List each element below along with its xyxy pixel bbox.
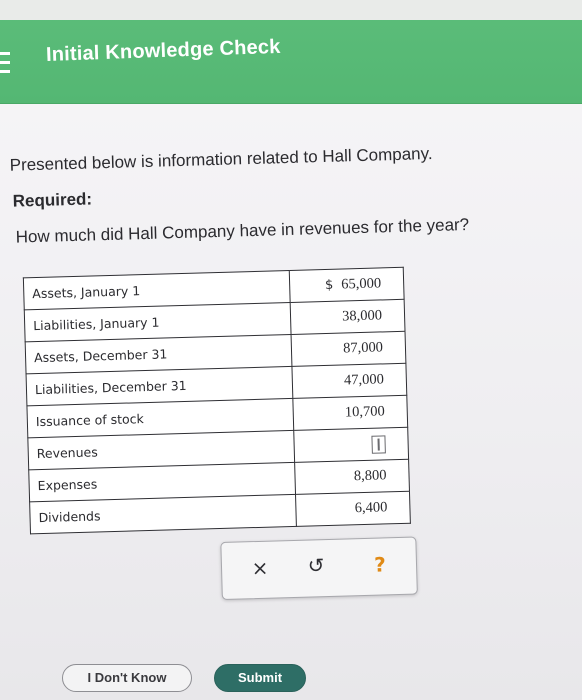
app-header: Initial Knowledge Check — [0, 0, 582, 104]
undo-icon[interactable]: ↺ — [302, 552, 331, 581]
hamburger-menu-icon[interactable] — [0, 52, 10, 74]
value-text: 65,000 — [341, 275, 382, 293]
row-label: Dividends — [29, 494, 297, 534]
row-value: 8,800 — [294, 459, 410, 495]
required-label: Required: — [12, 189, 93, 211]
question-prompt: How much did Hall Company have in revenu… — [15, 214, 470, 247]
currency-symbol: $ — [324, 277, 334, 293]
row-value: 47,000 — [291, 363, 407, 399]
row-value: $65,000 — [289, 267, 405, 303]
row-value: 10,700 — [292, 395, 408, 431]
answer-input-box[interactable] — [371, 434, 386, 454]
header-top-strip — [0, 0, 582, 20]
row-value: 87,000 — [291, 331, 406, 367]
row-value: 6,400 — [295, 491, 411, 527]
dont-know-button[interactable]: I Don't Know — [62, 664, 192, 692]
question-intro: Presented below is information related t… — [9, 143, 433, 175]
row-value: 38,000 — [290, 299, 406, 335]
page: Initial Knowledge Check Presented below … — [0, 0, 582, 700]
revenues-answer-cell[interactable] — [293, 427, 409, 463]
help-icon[interactable]: ? — [366, 550, 395, 579]
submit-button[interactable]: Submit — [214, 664, 306, 692]
close-icon[interactable]: × — [246, 554, 275, 583]
financial-data-table: Assets, January 1 $65,000 Liabilities, J… — [22, 266, 411, 535]
page-title: Initial Knowledge Check — [45, 35, 281, 66]
answer-toolbar-popover: × ↺ ? — [220, 536, 418, 600]
